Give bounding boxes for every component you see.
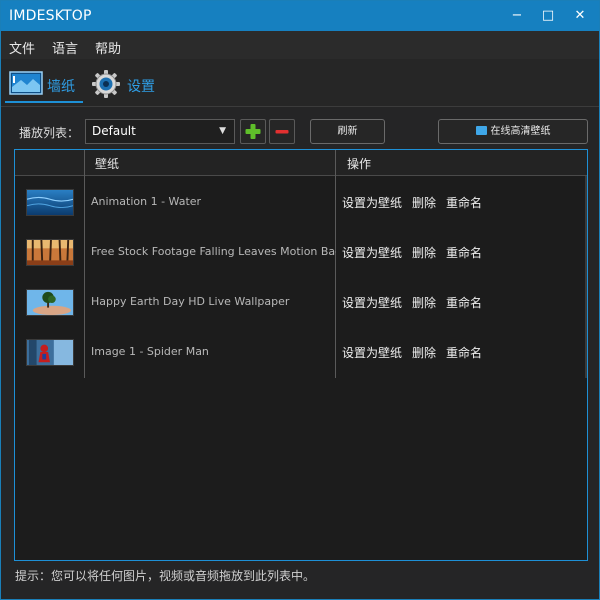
gear-icon	[92, 70, 120, 98]
chevron-down-icon: ▼	[219, 126, 226, 136]
tab-bar: 墙纸 设置	[1, 59, 599, 107]
set-wallpaper-link[interactable]: 设置为壁纸	[342, 344, 402, 361]
hint-text: 提示：您可以将任何图片，视频或音频拖放到此列表中。	[15, 569, 316, 583]
menu-help[interactable]: 帮助	[95, 38, 121, 57]
tab-settings-label: 设置	[127, 79, 155, 95]
wallpaper-icon	[9, 71, 43, 95]
rename-link[interactable]: 重命名	[446, 344, 482, 361]
refresh-button[interactable]: 刷新	[310, 119, 385, 144]
tab-wallpaper[interactable]: 墙纸	[5, 67, 83, 103]
remove-playlist-button[interactable]	[269, 119, 295, 144]
tab-settings[interactable]: 设置	[91, 67, 161, 103]
list-header: 壁纸 操作	[15, 150, 587, 176]
thumbnail-leaves	[26, 239, 74, 266]
menu-file[interactable]: 文件	[9, 38, 35, 57]
column-header-wallpaper[interactable]: 壁纸	[95, 155, 119, 172]
rename-link[interactable]: 重命名	[446, 244, 482, 261]
set-wallpaper-link[interactable]: 设置为壁纸	[342, 244, 402, 261]
add-playlist-button[interactable]	[240, 119, 266, 144]
menu-language[interactable]: 语言	[52, 38, 78, 57]
wallpaper-list[interactable]: 壁纸 操作 Animation 1 - Water 设置为壁纸 删除 重命名 F…	[14, 149, 588, 561]
row-title: Animation 1 - Water	[91, 195, 202, 208]
menu-bar: 文件 语言 帮助	[1, 31, 599, 59]
row-title: Image 1 - Spider Man	[91, 345, 209, 358]
delete-link[interactable]: 删除	[412, 244, 436, 261]
maximize-button[interactable]: □	[532, 1, 564, 31]
tab-wallpaper-label: 墙纸	[47, 79, 75, 95]
set-wallpaper-link[interactable]: 设置为壁纸	[342, 294, 402, 311]
set-wallpaper-link[interactable]: 设置为壁纸	[342, 194, 402, 211]
film-icon	[475, 126, 487, 135]
column-header-actions[interactable]: 操作	[347, 155, 371, 172]
minus-icon	[275, 130, 289, 134]
thumbnail-earth	[26, 289, 74, 316]
online-wallpapers-label: 在线高清壁纸	[490, 126, 551, 137]
delete-link[interactable]: 删除	[412, 344, 436, 361]
table-row[interactable]: Happy Earth Day HD Live Wallpaper 设置为壁纸 …	[15, 277, 587, 327]
playlist-label: 播放列表：	[19, 126, 80, 140]
minimize-button[interactable]: −	[501, 1, 533, 31]
close-button[interactable]: ✕	[564, 1, 596, 31]
thumbnail-water	[26, 189, 74, 216]
row-title: Free Stock Footage Falling Leaves Motion…	[91, 245, 336, 258]
rename-link[interactable]: 重命名	[446, 194, 482, 211]
table-row[interactable]: Image 1 - Spider Man 设置为壁纸 删除 重命名	[15, 327, 587, 377]
delete-link[interactable]: 删除	[412, 294, 436, 311]
title-bar[interactable]: IMDESKTOP − □ ✕	[1, 1, 599, 31]
row-title: Happy Earth Day HD Live Wallpaper	[91, 295, 290, 308]
delete-link[interactable]: 删除	[412, 194, 436, 211]
table-row[interactable]: Animation 1 - Water 设置为壁纸 删除 重命名	[15, 177, 587, 227]
thumbnail-spiderman	[26, 339, 74, 366]
rename-link[interactable]: 重命名	[446, 294, 482, 311]
playlist-value: Default	[92, 124, 136, 138]
plus-icon	[245, 124, 261, 139]
online-wallpapers-button[interactable]: 在线高清壁纸	[438, 119, 588, 144]
app-title: IMDESKTOP	[9, 8, 92, 24]
playlist-dropdown[interactable]: Default ▼	[85, 119, 235, 144]
app-window: IMDESKTOP − □ ✕ 文件 语言 帮助 墙纸 设置 播放列表： Def…	[0, 0, 600, 600]
table-row[interactable]: Free Stock Footage Falling Leaves Motion…	[15, 227, 587, 277]
